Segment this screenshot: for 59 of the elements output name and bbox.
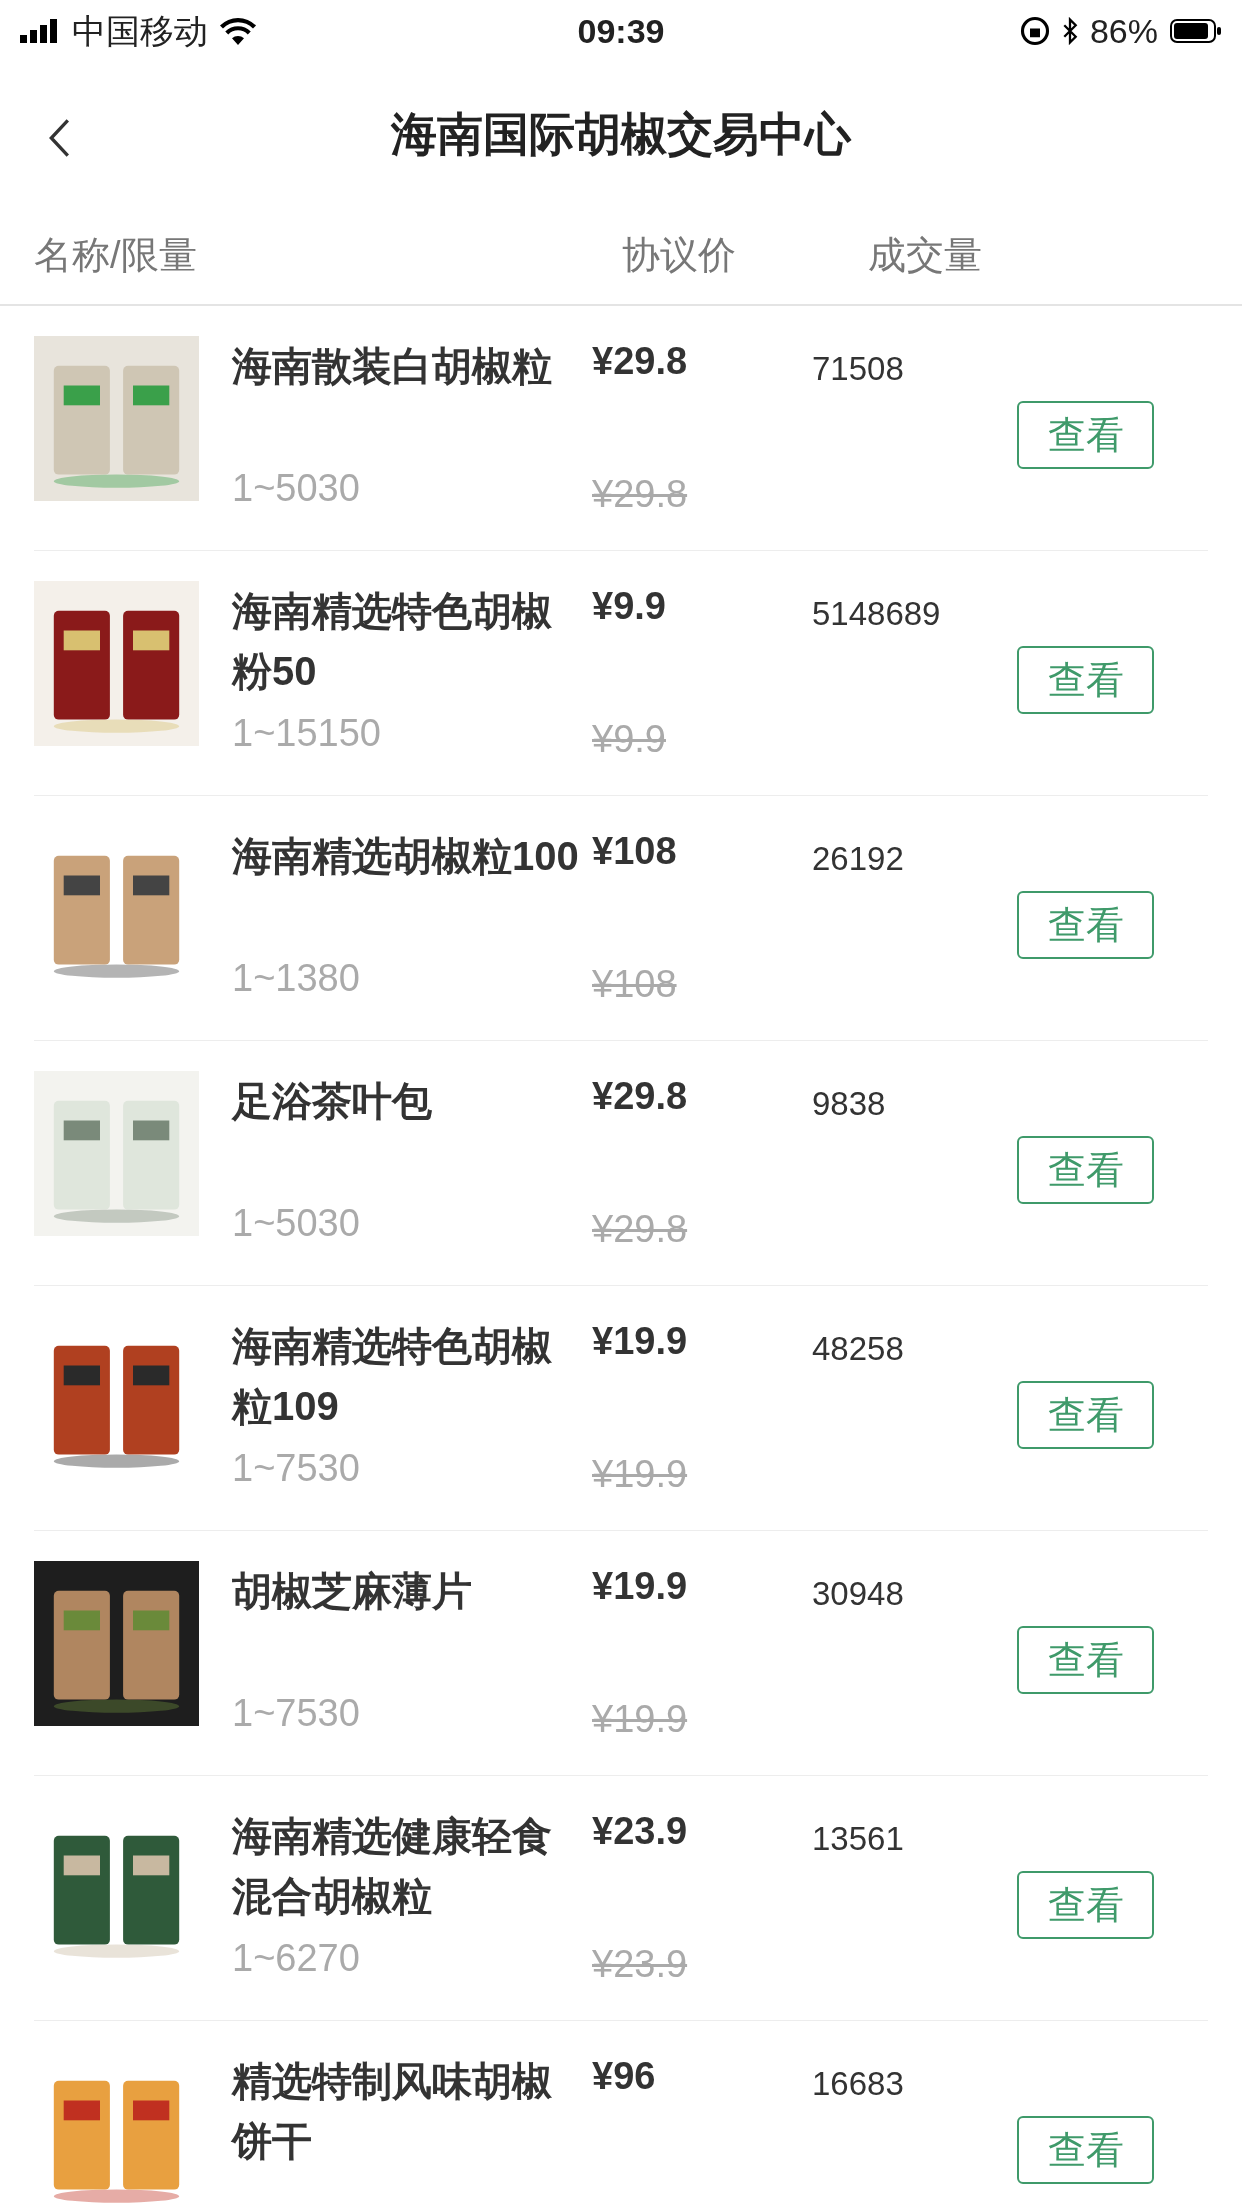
purchase-limit: 1~5030 <box>232 466 361 511</box>
agreed-price: ¥29.8 <box>592 339 689 384</box>
purchase-limit: 1~7530 <box>232 1446 361 1491</box>
battery-icon <box>1170 19 1222 43</box>
product-name: 足浴茶叶包 <box>232 1078 433 1125</box>
view-button[interactable]: 查看 <box>1017 2116 1154 2184</box>
signal-icon <box>20 19 60 43</box>
trade-volume: 5148689 <box>812 594 942 634</box>
trade-volume: 71508 <box>812 349 905 389</box>
purchase-limit: 1~5030 <box>232 1201 361 1246</box>
purchase-limit: 1~7530 <box>232 1691 361 1736</box>
purchase-limit: 1~6270 <box>232 1936 361 1981</box>
agreed-price: ¥29.8 <box>592 1074 689 1119</box>
original-price: ¥108 <box>592 962 678 1007</box>
view-button[interactable]: 查看 <box>1017 891 1154 959</box>
agreed-price: ¥19.9 <box>592 1319 689 1364</box>
product-name: 海南精选胡椒粒100 <box>232 833 580 880</box>
trade-volume: 48258 <box>812 1329 905 1369</box>
back-icon <box>48 118 70 158</box>
view-button[interactable]: 查看 <box>1017 1626 1154 1694</box>
rotation-lock-icon <box>1019 16 1050 46</box>
product-name: 海南精选特色胡椒粉50 <box>232 588 553 695</box>
view-button[interactable]: 查看 <box>1017 1381 1154 1449</box>
bluetooth-icon <box>1061 17 1078 45</box>
clock-time: 09:39 <box>577 10 665 52</box>
product-name: 精选特制风味胡椒饼干 <box>232 2058 553 2165</box>
trade-volume: 9838 <box>812 1084 887 1124</box>
view-button[interactable]: 查看 <box>1017 401 1154 469</box>
agreed-price: ¥96 <box>592 2054 657 2099</box>
column-header: 协议价 <box>622 232 737 278</box>
wifi-icon <box>220 17 256 45</box>
original-price: ¥29.8 <box>592 1207 689 1252</box>
trade-volume: 30948 <box>812 1574 905 1614</box>
agreed-price: ¥23.9 <box>592 1809 689 1854</box>
agreed-price: ¥9.9 <box>592 584 667 629</box>
original-price: ¥19.9 <box>592 1697 689 1742</box>
original-price: ¥9.9 <box>592 717 667 762</box>
original-price: ¥19.9 <box>592 1452 689 1497</box>
trade-volume: 26192 <box>812 839 905 879</box>
agreed-price: ¥19.9 <box>592 1564 689 1609</box>
product-name: 海南精选健康轻食混合胡椒粒 <box>232 1813 553 1920</box>
agreed-price: ¥108 <box>592 829 678 874</box>
original-price: ¥29.8 <box>592 472 689 517</box>
column-header: 成交量 <box>868 232 982 278</box>
view-button[interactable]: 查看 <box>1017 646 1154 714</box>
battery-percent: 86% <box>1089 10 1158 52</box>
trade-volume: 13561 <box>812 1819 905 1859</box>
product-name: 海南精选特色胡椒粒109 <box>232 1323 553 1430</box>
column-header: 名称/限量 <box>34 232 198 278</box>
view-button[interactable]: 查看 <box>1017 1136 1154 1204</box>
product-name: 海南散装白胡椒粒 <box>232 343 553 390</box>
carrier-name: 中国移动 <box>72 10 208 52</box>
purchase-limit: 1~15150 <box>232 711 382 756</box>
original-price: ¥23.9 <box>592 1942 689 1987</box>
view-button[interactable]: 查看 <box>1017 1871 1154 1939</box>
page-title: 海南国际胡椒交易中心 <box>391 106 851 162</box>
trade-volume: 16683 <box>812 2064 905 2104</box>
product-name: 胡椒芝麻薄片 <box>232 1568 473 1615</box>
purchase-limit: 1~1380 <box>232 956 361 1001</box>
